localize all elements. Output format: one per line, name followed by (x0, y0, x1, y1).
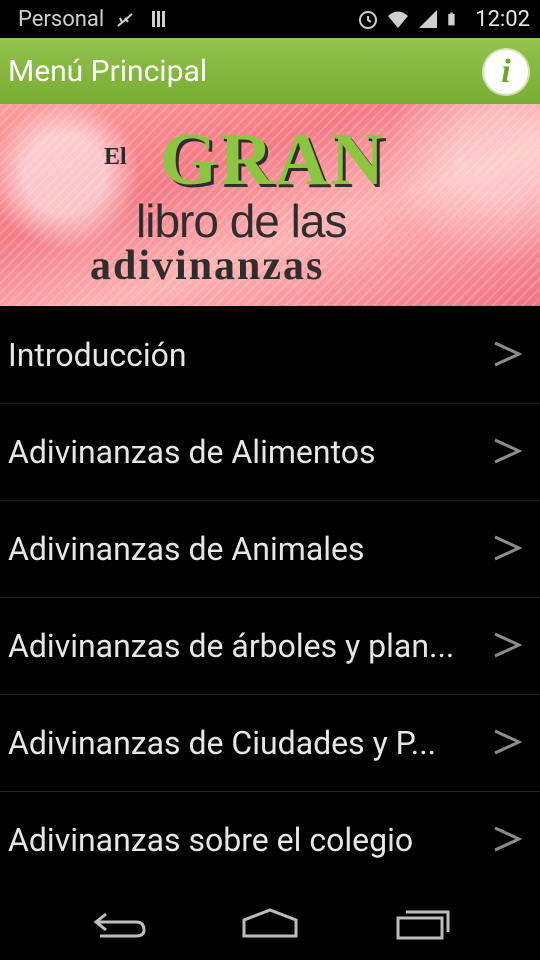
wifi-icon (388, 11, 409, 28)
banner-text-el: El (104, 144, 127, 170)
action-bar: Menú Principal i (0, 38, 540, 104)
chevron-right-icon (494, 535, 522, 561)
navigation-bar (0, 888, 540, 960)
banner-text-libro: libro de las (136, 195, 347, 247)
chevron-right-icon (494, 729, 522, 755)
menu-list: Introducción Adivinanzas de Alimentos Ad… (0, 307, 540, 888)
carrier-name: Personal (18, 6, 105, 32)
menu-item-arboles[interactable]: Adivinanzas de árboles y plan... (0, 598, 540, 695)
alarm-icon (359, 11, 378, 29)
banner-text-adivinanzas: adivinanzas (90, 243, 325, 289)
menu-item-label: Adivinanzas de Animales (8, 530, 365, 568)
sd-card-icon (152, 11, 166, 27)
usb-icon (117, 13, 133, 27)
chevron-right-icon (494, 438, 522, 464)
status-bar: Personal 12:02 (0, 0, 540, 38)
signal-icon (419, 10, 438, 28)
home-icon[interactable] (240, 906, 300, 942)
menu-item-label: Adivinanzas sobre el colegio (8, 821, 414, 859)
menu-item-alimentos[interactable]: Adivinanzas de Alimentos (0, 404, 540, 501)
page-title: Menú Principal (8, 53, 208, 89)
chevron-right-icon (494, 826, 522, 852)
menu-item-label: Adivinanzas de árboles y plan... (8, 627, 455, 665)
menu-item-ciudades[interactable]: Adivinanzas de Ciudades y P... (0, 695, 540, 792)
menu-item-label: Adivinanzas de Alimentos (8, 433, 376, 471)
menu-item-label: Introducción (8, 336, 187, 374)
menu-item-colegio[interactable]: Adivinanzas sobre el colegio (0, 792, 540, 888)
info-icon: i (501, 53, 511, 90)
battery-icon (448, 12, 455, 26)
info-button[interactable]: i (484, 50, 528, 94)
chevron-right-icon (494, 341, 522, 367)
menu-item-animales[interactable]: Adivinanzas de Animales (0, 501, 540, 598)
recents-icon[interactable] (394, 906, 454, 942)
chevron-right-icon (494, 632, 522, 658)
menu-item-introduccion[interactable]: Introducción (0, 307, 540, 404)
clock: 12:02 (475, 6, 530, 32)
menu-item-label: Adivinanzas de Ciudades y P... (8, 724, 437, 762)
back-icon[interactable] (90, 906, 150, 942)
header-banner: El GRAN libro de las adivinanzas (0, 104, 540, 306)
banner-text-gran: GRAN (160, 119, 386, 201)
